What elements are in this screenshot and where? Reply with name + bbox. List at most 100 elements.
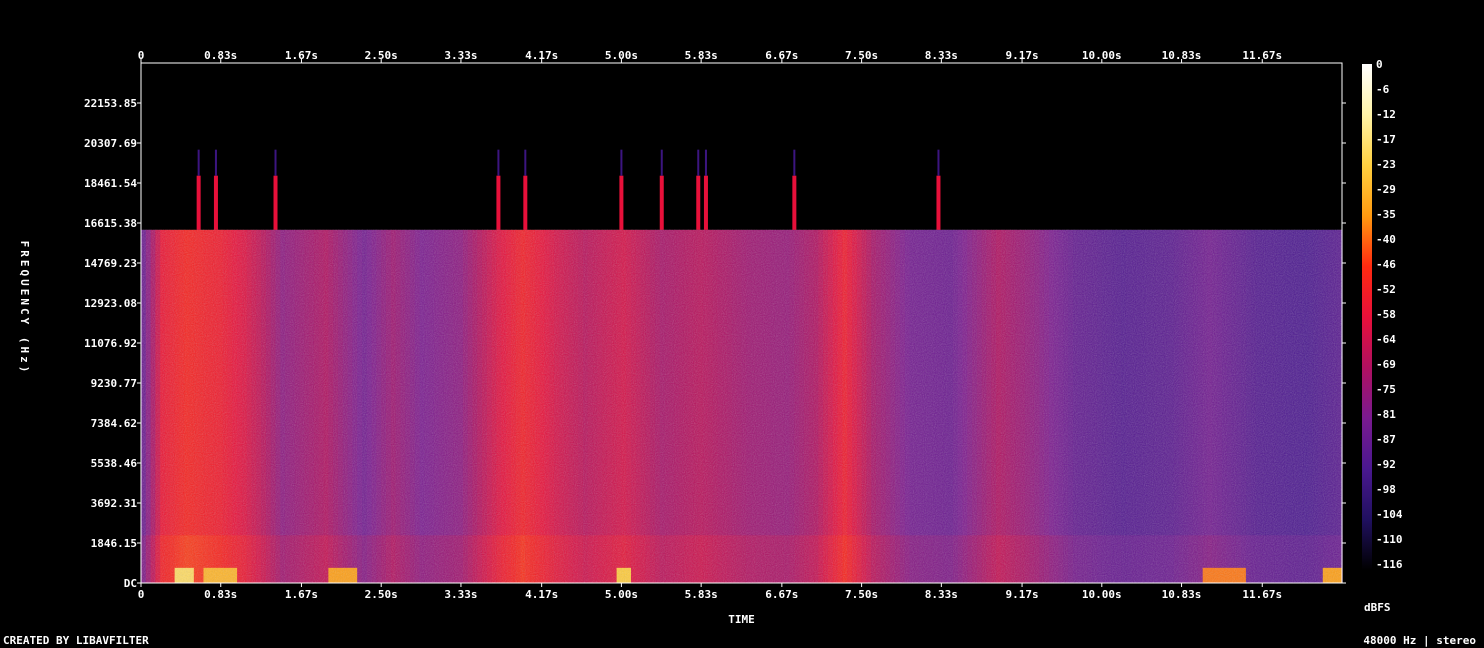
spike-mark bbox=[523, 175, 528, 230]
colorbar-tick-label: -40 bbox=[1376, 233, 1396, 246]
x-tick-label: 0.83s bbox=[204, 49, 237, 62]
colorbar-tick-label: -64 bbox=[1376, 333, 1396, 346]
colorbar-tick-label: -12 bbox=[1376, 108, 1396, 121]
spectrogram-chart: 0 0.83s 1.67s 2.50s 3.33s 4.17s 5.00s 5.83s 6.67… bbox=[18, 49, 1403, 626]
colorbar-tick-label: -110 bbox=[1376, 533, 1403, 546]
x-tick-label: 0 bbox=[138, 588, 145, 601]
colorbar: 0 -6 -12 -17 -23 -29 -35 -40 -46 -52 -58 -64 -69 -75 -… bbox=[1362, 58, 1403, 614]
colorbar-tick-label: -58 bbox=[1376, 308, 1396, 321]
colorbar-tick-label: -46 bbox=[1376, 258, 1396, 271]
x-tick-label: 11.67s bbox=[1242, 49, 1282, 62]
x-tick-label: 10.00s bbox=[1082, 588, 1122, 601]
spike-tail bbox=[793, 149, 796, 176]
y-tick-label: 22153.85 bbox=[84, 97, 137, 110]
spike-tail bbox=[197, 149, 200, 176]
x-tick-label: 2.50s bbox=[365, 588, 398, 601]
colorbar-tick-label: -104 bbox=[1376, 508, 1403, 521]
colorbar-tick-label: -69 bbox=[1376, 358, 1396, 371]
x-tick-label: 2.50s bbox=[365, 49, 398, 62]
colorbar-tick-label: -75 bbox=[1376, 383, 1396, 396]
spike-mark bbox=[659, 175, 664, 230]
x-axis-label: TIME bbox=[728, 613, 755, 626]
x-tick-label: 4.17s bbox=[525, 49, 558, 62]
x-tick-label: 5.00s bbox=[605, 49, 638, 62]
x-tick-label: 10.83s bbox=[1162, 588, 1202, 601]
spike-tail bbox=[497, 149, 500, 176]
colorbar-tick-label: -116 bbox=[1376, 558, 1403, 571]
y-tick-label: 7384.62 bbox=[91, 417, 137, 430]
x-tick-label: 7.50s bbox=[845, 49, 878, 62]
y-tick-label: 5538.46 bbox=[91, 457, 138, 470]
spike-tail bbox=[704, 149, 707, 176]
spike-tail bbox=[620, 149, 623, 176]
x-tick-label: 8.33s bbox=[925, 588, 958, 601]
x-tick-label: 9.17s bbox=[1005, 49, 1038, 62]
x-tick-label: 5.00s bbox=[605, 588, 638, 601]
x-tick-label: 5.83s bbox=[685, 588, 718, 601]
spike-tail bbox=[214, 149, 217, 176]
x-tick-label: 9.17s bbox=[1005, 588, 1038, 601]
y-axis-left-ticks: DC 1846.15 3692.31 5538.46 7384.62 9230.77 110… bbox=[84, 97, 141, 590]
y-tick-label: DC bbox=[124, 577, 137, 590]
x-tick-label: 7.50s bbox=[845, 588, 878, 601]
y-tick-label: 1846.15 bbox=[91, 537, 137, 550]
colorbar-gradient bbox=[1362, 64, 1372, 570]
colorbar-tick-label: -92 bbox=[1376, 458, 1396, 471]
spike-mark bbox=[936, 175, 941, 230]
x-tick-label: 11.67s bbox=[1242, 588, 1282, 601]
colorbar-tick-label: -17 bbox=[1376, 133, 1396, 146]
x-tick-label: 10.83s bbox=[1162, 49, 1202, 62]
y-tick-label: 16615.38 bbox=[84, 217, 137, 230]
y-axis-label: FREQUENCY (Hz) bbox=[18, 241, 31, 376]
spike-mark bbox=[273, 175, 278, 230]
y-tick-label: 20307.69 bbox=[84, 137, 137, 150]
spike-mark bbox=[619, 175, 624, 230]
colorbar-ticks: 0 -6 -12 -17 -23 -29 -35 -40 -46 -52 -58 -64 -69 -75 -… bbox=[1376, 58, 1403, 571]
spike-tail bbox=[697, 149, 700, 176]
x-tick-label: 6.67s bbox=[765, 588, 798, 601]
colorbar-tick-label: 0 bbox=[1376, 58, 1383, 71]
colorbar-tick-label: -87 bbox=[1376, 433, 1396, 446]
y-tick-label: 14769.23 bbox=[84, 257, 137, 270]
x-tick-label: 3.33s bbox=[444, 49, 477, 62]
spike-tail bbox=[937, 149, 940, 176]
y-tick-label: 11076.92 bbox=[84, 337, 137, 350]
spike-mark bbox=[696, 175, 701, 230]
colorbar-tick-label: -52 bbox=[1376, 283, 1396, 296]
credit-text: CREATED BY LIBAVFILTER bbox=[3, 634, 149, 647]
x-tick-label: 4.17s bbox=[525, 588, 558, 601]
x-tick-label: 0.83s bbox=[204, 588, 237, 601]
spike-mark bbox=[703, 175, 708, 230]
spectrogram-noise-texture bbox=[141, 229, 1342, 584]
y-tick-label: 12923.08 bbox=[84, 297, 137, 310]
y-tick-label: 18461.54 bbox=[84, 177, 137, 190]
spike-tail bbox=[524, 149, 527, 176]
spike-tail bbox=[274, 149, 277, 176]
spike-mark bbox=[213, 175, 218, 230]
audio-format-text: 48000 Hz | stereo bbox=[1363, 634, 1476, 647]
colorbar-tick-label: -81 bbox=[1376, 408, 1396, 421]
x-tick-label: 1.67s bbox=[285, 49, 318, 62]
colorbar-tick-label: -98 bbox=[1376, 483, 1396, 496]
x-tick-label: 0 bbox=[138, 49, 145, 62]
spike-mark bbox=[792, 175, 797, 230]
spike-mark bbox=[196, 175, 201, 230]
spike-tail bbox=[660, 149, 663, 176]
colorbar-tick-label: -23 bbox=[1376, 158, 1396, 171]
y-tick-label: 9230.77 bbox=[91, 377, 137, 390]
x-tick-label: 6.67s bbox=[765, 49, 798, 62]
x-tick-label: 8.33s bbox=[925, 49, 958, 62]
x-tick-label: 3.33s bbox=[444, 588, 477, 601]
x-tick-label: 5.83s bbox=[685, 49, 718, 62]
x-axis-bottom-ticks: 0 0.83s 1.67s 2.50s 3.33s 4.17s 5.00s 5.83s 6.67… bbox=[138, 583, 1282, 601]
x-tick-label: 10.00s bbox=[1082, 49, 1122, 62]
x-tick-label: 1.67s bbox=[285, 588, 318, 601]
y-tick-label: 3692.31 bbox=[91, 497, 138, 510]
spectrogram-plot-area bbox=[140, 62, 1343, 584]
colorbar-label: dBFS bbox=[1364, 601, 1391, 614]
colorbar-tick-label: -6 bbox=[1376, 83, 1390, 96]
x-axis-top-ticks: 0 0.83s 1.67s 2.50s 3.33s 4.17s 5.00s 5.83s 6.67… bbox=[138, 49, 1282, 63]
colorbar-tick-label: -35 bbox=[1376, 208, 1396, 221]
colorbar-tick-label: -29 bbox=[1376, 183, 1396, 196]
spike-mark bbox=[496, 175, 501, 230]
